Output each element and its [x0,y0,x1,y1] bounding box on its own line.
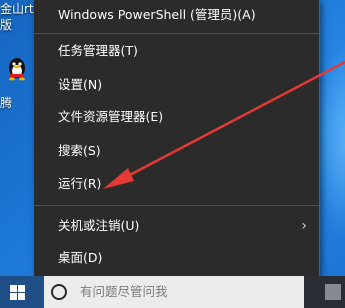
menu-item-search[interactable]: 搜索(S) [34,136,319,166]
menu-item-settings[interactable]: 设置(N) [34,70,319,100]
desktop-icon-label: 金山rt [0,2,34,16]
winx-context-menu: Windows PowerShell (管理员)(A) 任务管理器(T) 设置(… [34,0,320,276]
menu-item-file-explorer[interactable]: 文件资源管理器(E) [34,102,319,132]
menu-item-shutdown-signout[interactable]: 关机或注销(U) › [34,211,319,241]
menu-item-task-manager[interactable]: 任务管理器(T) [34,36,319,66]
menu-item-label: 搜索(S) [58,143,101,158]
windows-logo-icon [10,285,25,300]
cortana-circle-icon [51,284,67,300]
menu-separator [34,33,319,34]
chevron-right-icon: › [301,218,307,234]
menu-item-label: 关机或注销(U) [58,218,140,233]
menu-separator [34,205,319,206]
desktop-icons: 金山rt 版 腾 [0,0,34,270]
start-button[interactable] [0,276,44,308]
menu-item-label: 任务管理器(T) [58,43,138,58]
taskbar-app-icon[interactable] [325,284,341,300]
search-placeholder: 有问题尽管问我 [80,284,168,299]
taskbar: 有问题尽管问我 [0,276,345,308]
menu-item-label: 设置(N) [58,77,103,92]
desktop-icon-label: 腾 [0,96,13,110]
menu-item-label: 运行(R) [58,176,102,191]
menu-item-label: 文件资源管理器(E) [58,109,164,124]
menu-item-powershell-admin[interactable]: Windows PowerShell (管理员)(A) [34,0,319,30]
qq-penguin-icon[interactable] [6,52,28,94]
menu-item-run[interactable]: 运行(R) [34,169,319,199]
cortana-search-box[interactable]: 有问题尽管问我 [44,276,304,308]
menu-item-label: Windows PowerShell (管理员)(A) [58,7,256,22]
desktop-icon-label: 版 [0,18,13,32]
menu-item-desktop[interactable]: 桌面(D) [34,243,319,273]
menu-item-label: 桌面(D) [58,250,103,265]
